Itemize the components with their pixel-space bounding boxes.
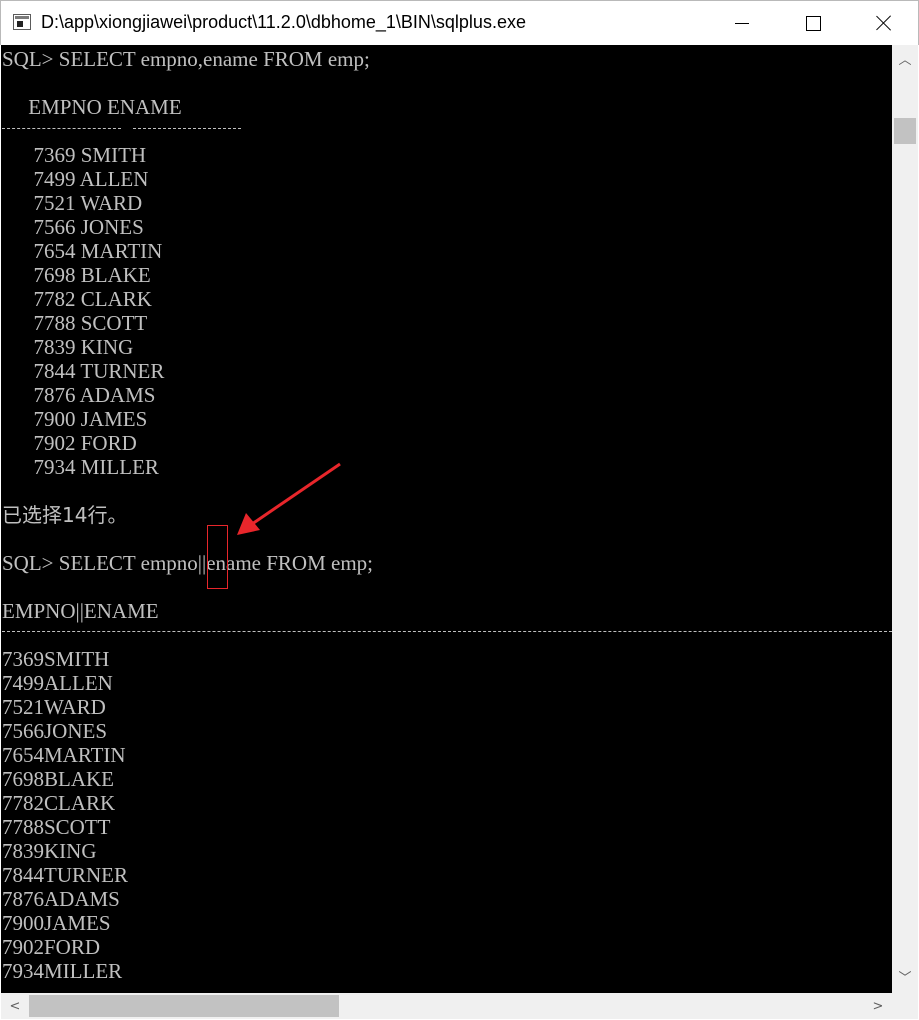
annotation-highlight-box <box>207 525 228 589</box>
result-row: 7499ALLEN <box>2 671 113 695</box>
result-row: 7654MARTIN <box>2 743 126 767</box>
chevron-down-icon: ﹀ <box>898 970 912 986</box>
result-row: 7876 ADAMS <box>2 383 156 407</box>
close-button[interactable] <box>861 1 907 45</box>
result-row: 7902FORD <box>2 935 101 959</box>
maximize-icon <box>805 15 821 31</box>
chevron-right-icon: > <box>872 998 884 1014</box>
header-separator <box>2 128 121 129</box>
result-row: 7788SCOTT <box>2 815 111 839</box>
scroll-up-button[interactable]: ︿ <box>892 45 918 75</box>
result-row: 7566 JONES <box>2 215 144 239</box>
vertical-scroll-thumb[interactable] <box>894 118 916 144</box>
result-row: 7876ADAMS <box>2 887 120 911</box>
result-row: 7521WARD <box>2 695 106 719</box>
rows-selected-message: 已选择14行。 <box>2 503 128 527</box>
result-row: 7369 SMITH <box>2 143 147 167</box>
chevron-left-icon: < <box>9 998 21 1014</box>
result-row: 7844 TURNER <box>2 359 165 383</box>
scroll-down-button[interactable]: ﹀ <box>892 963 918 993</box>
result-header-2: EMPNO||ENAME <box>2 599 159 623</box>
horizontal-scroll-thumb[interactable] <box>29 995 339 1017</box>
result-row: 7839KING <box>2 839 97 863</box>
result-row: 7900 JAMES <box>2 407 148 431</box>
result-row: 7839 KING <box>2 335 134 359</box>
result-row: 7782 CLARK <box>2 287 152 311</box>
result-row: 7369SMITH <box>2 647 110 671</box>
result-row: 7698BLAKE <box>2 767 114 791</box>
scrollbar-corner <box>892 993 918 1019</box>
result-row: 7788 SCOTT <box>2 311 148 335</box>
console-window-icon[interactable] <box>13 14 31 30</box>
result-header-1: EMPNO ENAME <box>2 95 182 119</box>
result-row: 7934MILLER <box>2 959 123 983</box>
scroll-right-button[interactable]: > <box>864 993 892 1019</box>
sql-query-1: SQL> SELECT empno,ename FROM emp; <box>2 47 370 71</box>
result-row: 7782CLARK <box>2 791 116 815</box>
horizontal-scrollbar[interactable]: < > <box>1 993 892 1019</box>
minimize-button[interactable] <box>719 1 765 45</box>
scroll-left-button[interactable]: < <box>1 993 29 1019</box>
console-output[interactable]: SQL> SELECT empno,ename FROM emp; EMPNO … <box>1 45 892 993</box>
result-row: 7934 MILLER <box>2 455 159 479</box>
header-separator <box>133 128 241 129</box>
chevron-up-icon: ︿ <box>898 52 912 68</box>
result-row: 7698 BLAKE <box>2 263 151 287</box>
window-title: D:\app\xiongjiawei\product\11.2.0\dbhome… <box>41 12 526 32</box>
maximize-button[interactable] <box>790 1 836 45</box>
result-row: 7844TURNER <box>2 863 128 887</box>
result-row: 7902 FORD <box>2 431 137 455</box>
title-bar: D:\app\xiongjiawei\product\11.2.0\dbhome… <box>0 0 919 45</box>
header-separator-long <box>2 631 892 632</box>
close-icon <box>876 15 892 31</box>
vertical-scrollbar[interactable]: ︿ ﹀ <box>892 45 918 993</box>
result-row: 7566JONES <box>2 719 108 743</box>
result-row: 7499 ALLEN <box>2 167 149 191</box>
sql-query-2: SQL> SELECT empno||ename FROM emp; <box>2 551 374 575</box>
result-row: 7900JAMES <box>2 911 111 935</box>
minimize-icon <box>735 22 749 24</box>
result-row: 7654 MARTIN <box>2 239 163 263</box>
result-row: 7521 WARD <box>2 191 143 215</box>
